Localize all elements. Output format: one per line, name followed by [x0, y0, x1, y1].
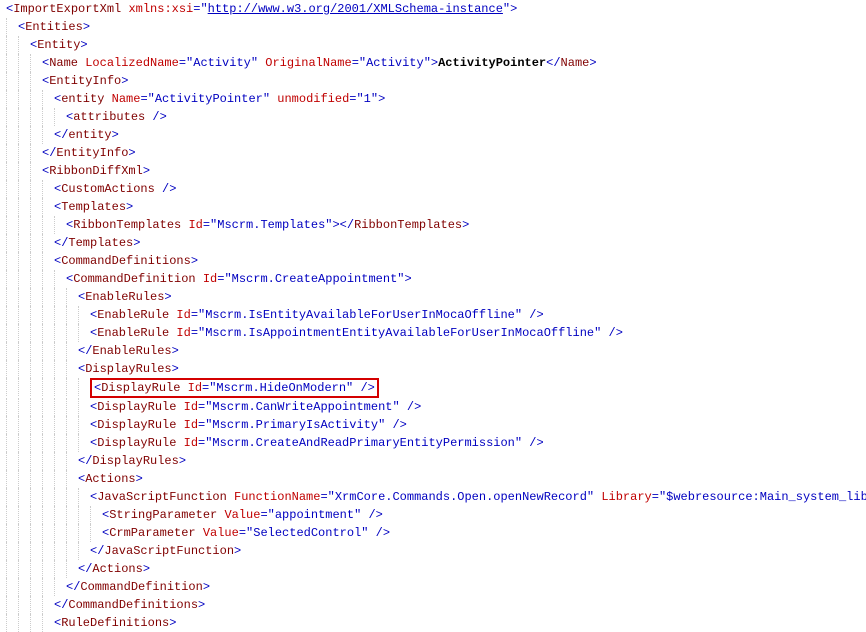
xml-line: <EnableRule Id="Mscrm.IsEntityAvailableF… — [90, 306, 544, 324]
xml-line: <RibbonTemplates Id="Mscrm.Templates"></… — [66, 216, 469, 234]
xml-line: <attributes /> — [66, 108, 167, 126]
xml-line: <DisplayRules> — [78, 360, 179, 378]
xml-line: <EntityInfo> — [42, 72, 128, 90]
xml-line: <DisplayRule Id="Mscrm.PrimaryIsActivity… — [90, 416, 407, 434]
xml-line: </CommandDefinition> — [66, 578, 210, 596]
xml-line: <DisplayRule Id="Mscrm.CanWriteAppointme… — [90, 398, 421, 416]
xml-line: <entity Name="ActivityPointer" unmodifie… — [54, 90, 385, 108]
xml-line: <ImportExportXml xmlns:xsi="http://www.w… — [6, 0, 517, 18]
highlighted-line: <DisplayRule Id="Mscrm.HideOnModern" /> — [90, 378, 379, 398]
xml-line: <EnableRule Id="Mscrm.IsAppointmentEntit… — [90, 324, 623, 342]
xml-line: <StringParameter Value="appointment" /> — [102, 506, 383, 524]
xml-code-block: <ImportExportXml xmlns:xsi="http://www.w… — [0, 0, 866, 632]
xml-line: <RibbonDiffXml> — [42, 162, 150, 180]
xml-line: <RuleDefinitions> — [54, 614, 176, 632]
xml-line: </EnableRules> — [78, 342, 179, 360]
xml-line: </JavaScriptFunction> — [90, 542, 241, 560]
xml-line: <CommandDefinitions> — [54, 252, 198, 270]
xml-line: </Templates> — [54, 234, 140, 252]
xml-line: <CrmParameter Value="SelectedControl" /> — [102, 524, 390, 542]
xml-line: </CommandDefinitions> — [54, 596, 205, 614]
xml-line: </entity> — [54, 126, 119, 144]
xml-line: <CommandDefinition Id="Mscrm.CreateAppoi… — [66, 270, 412, 288]
xml-line: <JavaScriptFunction FunctionName="XrmCor… — [90, 488, 866, 506]
xml-line: <Actions> — [78, 470, 143, 488]
xml-line: <DisplayRule Id="Mscrm.CreateAndReadPrim… — [90, 434, 544, 452]
xml-line: <EnableRules> — [78, 288, 172, 306]
xml-line: </Actions> — [78, 560, 150, 578]
xml-line: <Entity> — [30, 36, 88, 54]
xml-line: </DisplayRules> — [78, 452, 186, 470]
xml-line: <CustomActions /> — [54, 180, 176, 198]
xml-line: <Name LocalizedName="Activity" OriginalN… — [42, 54, 597, 72]
xml-line: </EntityInfo> — [42, 144, 136, 162]
xml-line: <Entities> — [18, 18, 90, 36]
xml-line: <Templates> — [54, 198, 133, 216]
